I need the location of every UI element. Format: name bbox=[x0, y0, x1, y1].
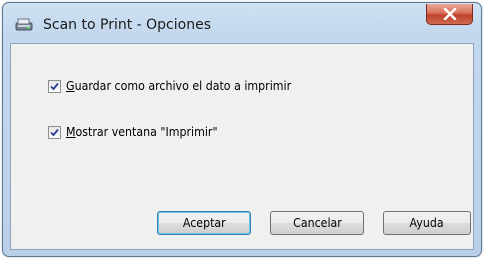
save-as-file-label-rest: uardar como archivo el dato a imprimir bbox=[74, 79, 292, 93]
close-x-icon bbox=[443, 8, 457, 20]
cancel-button[interactable]: Cancelar bbox=[270, 211, 364, 235]
help-button-label: Ayuda bbox=[409, 216, 445, 230]
scanner-printer-icon bbox=[15, 18, 33, 32]
save-as-file-label[interactable]: Guardar como archivo el dato a imprimir bbox=[66, 79, 291, 93]
save-as-file-checkbox[interactable] bbox=[48, 79, 61, 93]
accept-button-label: Aceptar bbox=[182, 216, 226, 230]
show-print-window-checkbox[interactable] bbox=[48, 125, 61, 139]
dialog-window: Scan to Print - Opciones Guardar como ar… bbox=[2, 2, 482, 257]
title-bar[interactable]: Scan to Print - Opciones bbox=[3, 3, 481, 45]
checkmark-icon bbox=[50, 128, 59, 136]
option-save-as-file[interactable]: Guardar como archivo el dato a imprimir bbox=[48, 79, 311, 93]
show-print-window-mnemonic: M bbox=[66, 125, 76, 139]
checkmark-icon bbox=[50, 82, 59, 90]
help-button[interactable]: Ayuda bbox=[383, 211, 471, 235]
accept-button[interactable]: Aceptar bbox=[157, 211, 251, 235]
window-title: Scan to Print - Opciones bbox=[43, 17, 211, 33]
dialog-body: Guardar como archivo el dato a imprimir … bbox=[10, 43, 474, 250]
option-show-print-window[interactable]: Mostrar ventana "Imprimir" bbox=[48, 125, 231, 139]
show-print-window-label-rest: ostrar ventana "Imprimir" bbox=[75, 125, 218, 139]
cancel-button-label: Cancelar bbox=[292, 216, 342, 230]
show-print-window-label[interactable]: Mostrar ventana "Imprimir" bbox=[66, 125, 218, 139]
close-button[interactable] bbox=[426, 4, 473, 25]
